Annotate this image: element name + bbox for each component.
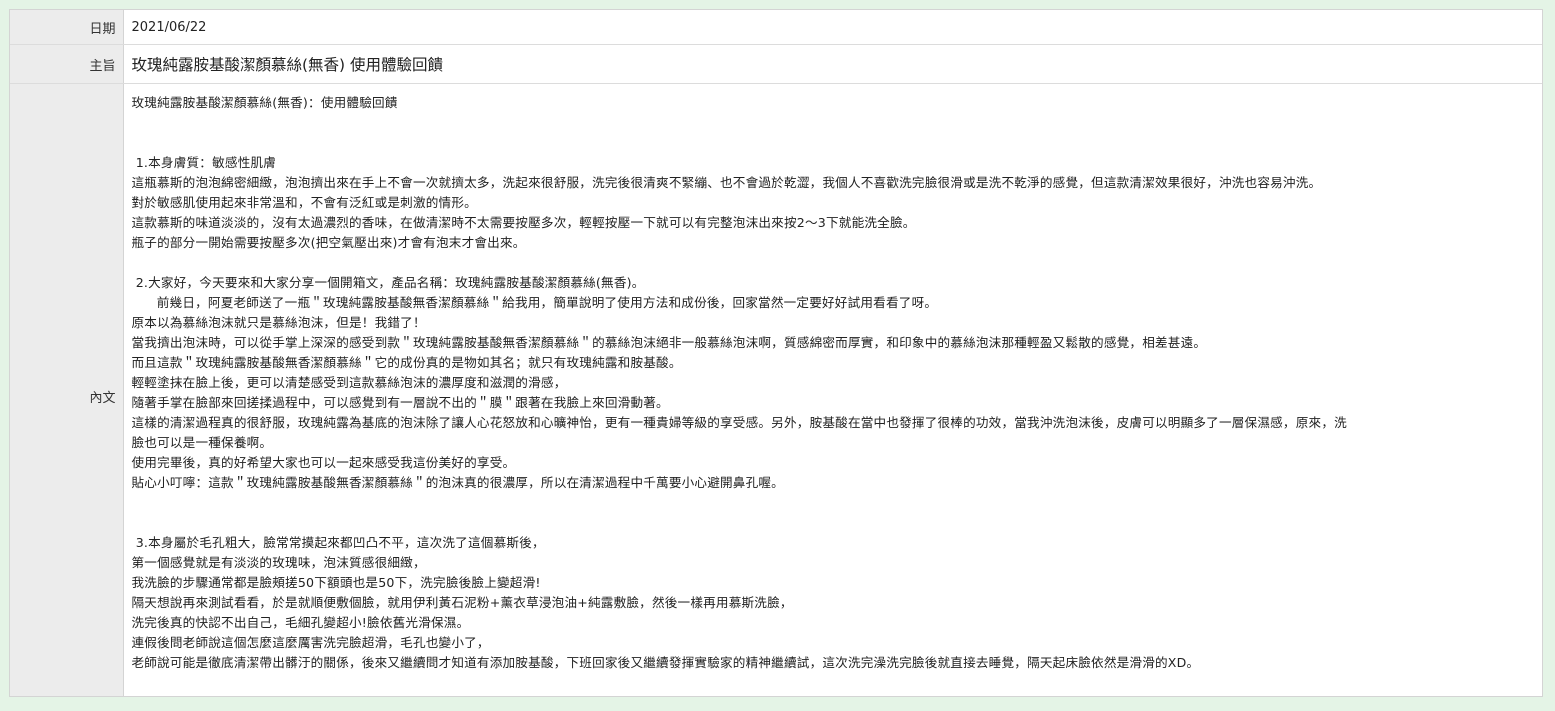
content-label: 內文 xyxy=(10,83,124,696)
date-value: 2021/06/22 xyxy=(123,10,1542,45)
content-line: 第一個感覺就是有淡淡的玫瑰味，泡沫質感很細緻， xyxy=(131,555,426,570)
date-label: 日期 xyxy=(10,10,124,45)
content-line: 3.本身屬於毛孔粗大，臉常常摸起來都凹凸不平，這次洗了這個慕斯後， xyxy=(131,535,545,550)
content-line: 貼心小叮嚀：這款＂玫瑰純露胺基酸無香潔顏慕絲＂的泡沫真的很濃厚，所以在清潔過程中… xyxy=(131,475,784,490)
content-line: 1.本身膚質：敏感性肌膚 xyxy=(131,155,277,170)
date-row: 日期 2021/06/22 xyxy=(10,10,1542,45)
subject-row: 主旨 玫瑰純露胺基酸潔顏慕絲(無香) 使用體驗回饋 xyxy=(10,44,1542,84)
content-line: 2.大家好，今天要來和大家分享一個開箱文，產品名稱：玫瑰純露胺基酸潔顏慕絲(無香… xyxy=(131,275,645,290)
message-detail-table: 日期 2021/06/22 主旨 玫瑰純露胺基酸潔顏慕絲(無香) 使用體驗回饋 … xyxy=(10,10,1542,697)
content-line: 原本以為慕絲泡沫就只是慕絲泡沫，但是！我錯了！ xyxy=(131,315,426,330)
content-row: 內文 玫瑰純露胺基酸潔顏慕絲(無香)：使用體驗回饋 1.本身膚質：敏感性肌膚這瓶… xyxy=(10,83,1542,697)
content-line: 這款慕斯的味道淡淡的，沒有太過濃烈的香味，在做清潔時不太需要按壓多次，輕輕按壓一… xyxy=(131,215,916,230)
content-line: 當我擠出泡沫時，可以從手掌上深深的感受到款＂玫瑰純露胺基酸無香潔顏慕絲＂的慕絲泡… xyxy=(131,335,1207,350)
content-line: 洗完後真的快認不出自己，毛細孔變超小!臉依舊光滑保濕。 xyxy=(131,615,470,630)
content-line: 隨著手掌在臉部來回搓揉過程中，可以感覺到有一層說不出的＂膜＂跟著在我臉上來回滑動… xyxy=(131,395,669,410)
content-line: 我洗臉的步驟通常都是臉頰搓50下額頭也是50下，洗完臉後臉上變超滑! xyxy=(131,575,541,590)
content-line xyxy=(132,493,1535,513)
content-line xyxy=(132,133,1535,153)
content-body: 玫瑰純露胺基酸潔顏慕絲(無香)：使用體驗回饋 1.本身膚質：敏感性肌膚這瓶慕斯的… xyxy=(123,84,1542,697)
content-line: 這樣的清潔過程真的很舒服，玫瑰純露為基底的泡沫除了讓人心花怒放和心曠神怡，更有一… xyxy=(131,415,1347,430)
content-line xyxy=(132,253,1535,273)
content-lines: 玫瑰純露胺基酸潔顏慕絲(無香)：使用體驗回饋 1.本身膚質：敏感性肌膚這瓶慕斯的… xyxy=(132,93,1535,673)
content-line: 對於敏感肌使用起來非常溫和，不會有泛紅或是刺激的情形。 xyxy=(131,195,477,210)
content-line xyxy=(132,513,1535,533)
content-line: 隔天想說再來測試看看，於是就順便敷個臉，就用伊利黃石泥粉+薰衣草浸泡油+純露敷臉… xyxy=(131,595,793,610)
content-line: 使用完畢後，真的好希望大家也可以一起來感受我這份美好的享受。 xyxy=(131,455,516,470)
content-line: 這瓶慕斯的泡泡綿密細緻，泡泡擠出來在手上不會一次就擠太多，洗起來很舒服，洗完後很… xyxy=(131,175,1322,190)
message-detail-panel: 日期 2021/06/22 主旨 玫瑰純露胺基酸潔顏慕絲(無香) 使用體驗回饋 … xyxy=(9,9,1543,697)
content-line: 連假後問老師說這個怎麼這麼厲害洗完臉超滑，毛孔也變小了， xyxy=(131,635,490,650)
content-line: 臉也可以是一種保養啊。 xyxy=(131,435,273,450)
content-line: 輕輕塗抹在臉上後，更可以清楚感受到這款慕絲泡沫的濃厚度和滋潤的滑感， xyxy=(131,375,567,390)
content-line: 老師說可能是徹底清潔帶出髒汙的關係，後來又繼續問才知道有添加胺基酸，下班回家後又… xyxy=(131,655,1200,670)
content-line: 而且這款＂玫瑰純露胺基酸無香潔顏慕絲＂它的成份真的是物如其名；就只有玫瑰純露和胺… xyxy=(131,355,682,370)
content-line: 玫瑰純露胺基酸潔顏慕絲(無香)：使用體驗回饋 xyxy=(131,95,398,110)
content-line: 前幾日，阿夏老師送了一瓶＂玫瑰純露胺基酸無香潔顏慕絲＂給我用，簡單說明了使用方法… xyxy=(131,295,938,310)
content-line: 瓶子的部分一開始需要按壓多次(把空氣壓出來)才會有泡末才會出來。 xyxy=(131,235,526,250)
subject-label: 主旨 xyxy=(10,44,124,84)
subject-value: 玫瑰純露胺基酸潔顏慕絲(無香) 使用體驗回饋 xyxy=(123,44,1542,84)
content-line xyxy=(132,113,1535,133)
